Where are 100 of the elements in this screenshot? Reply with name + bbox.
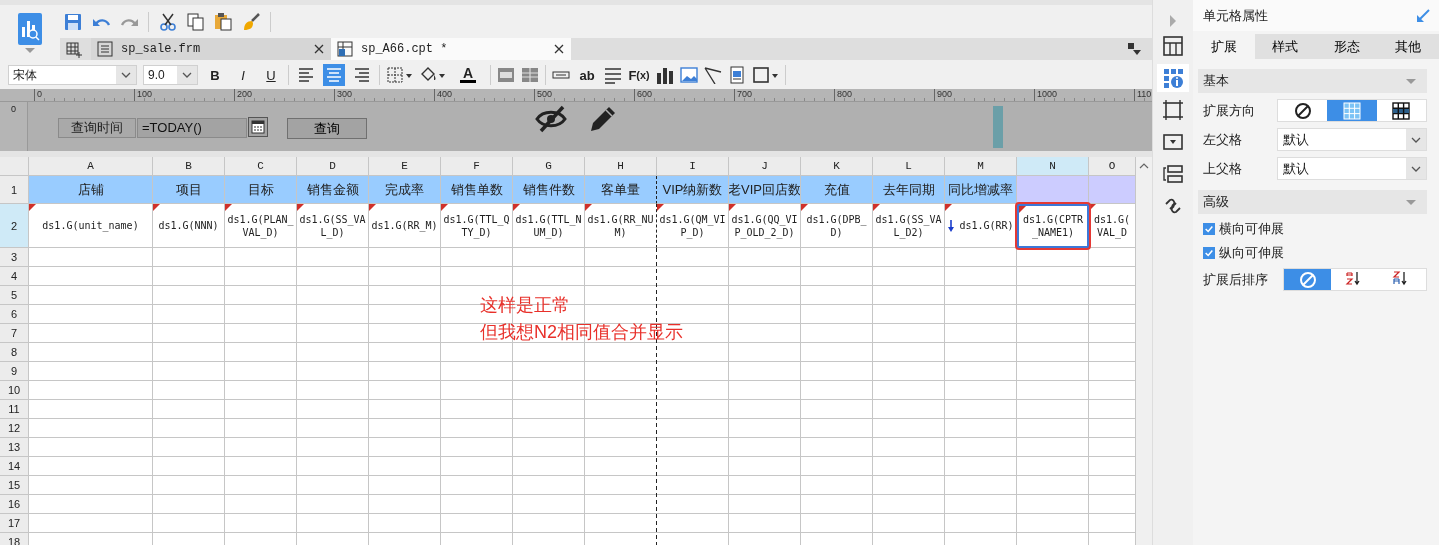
row-header[interactable]: 7 <box>0 324 29 343</box>
row-header[interactable]: 12 <box>0 419 29 438</box>
row-header[interactable]: 4 <box>0 267 29 286</box>
column-header[interactable]: F <box>441 157 513 176</box>
image-icon[interactable] <box>680 66 698 84</box>
font-color-button[interactable]: A <box>452 64 484 86</box>
column-header[interactable]: N <box>1017 157 1089 176</box>
font-size-select[interactable]: 9.0 <box>143 65 198 85</box>
close-icon[interactable] <box>553 43 565 55</box>
paste-icon[interactable] <box>214 12 232 31</box>
section-header[interactable]: 高级 <box>1198 190 1427 214</box>
dropdown[interactable]: 默认 <box>1277 157 1427 180</box>
app-logo[interactable] <box>18 13 42 45</box>
header-cell[interactable]: 销售单数 <box>441 176 513 204</box>
formula-cell[interactable]: ds1.G(SS_VAL_D2) <box>873 204 945 248</box>
brush-icon[interactable] <box>242 12 260 31</box>
row-header[interactable]: 13 <box>0 438 29 457</box>
column-header[interactable]: K <box>801 157 873 176</box>
query-button[interactable]: 查询 <box>287 118 367 139</box>
row-header[interactable]: 11 <box>0 400 29 419</box>
column-header[interactable]: H <box>585 157 657 176</box>
header-cell[interactable]: 店铺 <box>29 176 153 204</box>
grid-add-icon[interactable] <box>66 42 83 59</box>
column-header[interactable]: C <box>225 157 297 176</box>
formula-cell[interactable]: ds1.G(TTL_QTY_D) <box>441 204 513 248</box>
header-cell[interactable]: 老VIP回店数 <box>729 176 801 204</box>
column-header[interactable]: E <box>369 157 441 176</box>
formula-cell[interactable]: ds1.G(NNN) <box>153 204 225 248</box>
header-cell[interactable] <box>1089 176 1136 204</box>
column-header[interactable]: O <box>1089 157 1136 176</box>
header-cell[interactable]: 项目 <box>153 176 225 204</box>
formula-cell[interactable]: ds1.G(DPB_D) <box>801 204 873 248</box>
row-header[interactable]: 16 <box>0 495 29 514</box>
row-header[interactable]: 9 <box>0 362 29 381</box>
panel-tab[interactable]: 样式 <box>1254 34 1316 59</box>
column-header[interactable]: B <box>153 157 225 176</box>
row-header[interactable]: 14 <box>0 457 29 476</box>
font-select[interactable]: 宋体 <box>8 65 137 85</box>
column-header[interactable]: D <box>297 157 369 176</box>
date-field[interactable]: =TODAY() <box>137 118 247 138</box>
pencil-icon[interactable] <box>588 104 618 134</box>
formula-cell[interactable]: ds1.G( VAL_D <box>1089 204 1136 248</box>
row-header[interactable]: 3 <box>0 248 29 267</box>
row-header[interactable]: 10 <box>0 381 29 400</box>
page-icon[interactable] <box>728 66 746 84</box>
paragraph-icon[interactable] <box>604 66 622 84</box>
row-header[interactable]: 5 <box>0 286 29 305</box>
column-header[interactable]: I <box>657 157 729 176</box>
formula-cell[interactable]: ds1.G(QM_VIP_D) <box>657 204 729 248</box>
copy-icon[interactable] <box>187 12 204 31</box>
bold-button[interactable]: B <box>204 64 226 86</box>
formula-cell[interactable]: ds1.G(PLAN_VAL_D) <box>225 204 297 248</box>
header-cell[interactable]: 销售件数 <box>513 176 585 204</box>
formula-cell[interactable]: ds1.G(RR_NUM) <box>585 204 657 248</box>
calendar-icon[interactable] <box>248 117 268 137</box>
formula-cell[interactable]: ds1.G(unit_name) <box>29 204 153 248</box>
vertical-scrollbar[interactable] <box>1136 157 1152 545</box>
column-header[interactable]: L <box>873 157 945 176</box>
frame-icon[interactable] <box>752 66 779 84</box>
formula-cell[interactable]: ds1.G(TTL_NUM_D) <box>513 204 585 248</box>
column-header[interactable]: J <box>729 157 801 176</box>
pin-icon[interactable] <box>1415 7 1431 24</box>
align-center-button[interactable] <box>323 64 345 86</box>
split-cells-icon[interactable] <box>521 66 539 84</box>
dropdown[interactable]: 默认 <box>1277 128 1427 151</box>
bar-chart-icon[interactable] <box>656 66 674 84</box>
scroll-up-icon[interactable] <box>1138 161 1150 171</box>
file-tab[interactable]: sp_sale.frm <box>91 38 331 60</box>
formula-cell[interactable]: ds1.G(CPTR_NAME1) <box>1017 204 1089 248</box>
eye-slash-icon[interactable] <box>535 104 567 134</box>
column-header[interactable]: M <box>945 157 1017 176</box>
header-cell[interactable]: 客单量 <box>585 176 657 204</box>
header-cell[interactable]: 同比增减率 <box>945 176 1017 204</box>
row-header[interactable]: 2 <box>0 204 29 248</box>
row-header[interactable]: 15 <box>0 476 29 495</box>
underline-button[interactable]: U <box>260 64 282 86</box>
header-cell[interactable]: 完成率 <box>369 176 441 204</box>
segmented-control[interactable] <box>1277 99 1427 122</box>
header-cell[interactable]: VIP纳新数 <box>657 176 729 204</box>
row-header[interactable]: 17 <box>0 514 29 533</box>
checkbox[interactable] <box>1203 223 1215 235</box>
header-cell[interactable]: 充值 <box>801 176 873 204</box>
panel-tab[interactable]: 形态 <box>1316 34 1378 59</box>
column-header[interactable]: G <box>513 157 585 176</box>
merge-cells-icon[interactable] <box>497 66 515 84</box>
scissors-icon[interactable] <box>159 12 177 31</box>
italic-button[interactable]: I <box>232 64 254 86</box>
header-cell[interactable]: 销售金额 <box>297 176 369 204</box>
formula-cell[interactable]: ds1.G(RR) <box>945 204 1017 248</box>
header-cell[interactable]: 目标 <box>225 176 297 204</box>
dropdown-menu-icon[interactable] <box>1127 42 1142 56</box>
row-header[interactable]: 1 <box>0 176 29 204</box>
save-icon[interactable] <box>64 12 82 31</box>
section-header[interactable]: 基本 <box>1198 69 1427 93</box>
column-header[interactable]: A <box>29 157 153 176</box>
text-tool-button[interactable]: ab <box>576 64 598 86</box>
checkbox[interactable] <box>1203 247 1215 259</box>
formula-cell[interactable]: ds1.G(RR_M) <box>369 204 441 248</box>
formula-cell[interactable]: ds1.G(SS_VAL_D) <box>297 204 369 248</box>
row-header[interactable]: 8 <box>0 343 29 362</box>
